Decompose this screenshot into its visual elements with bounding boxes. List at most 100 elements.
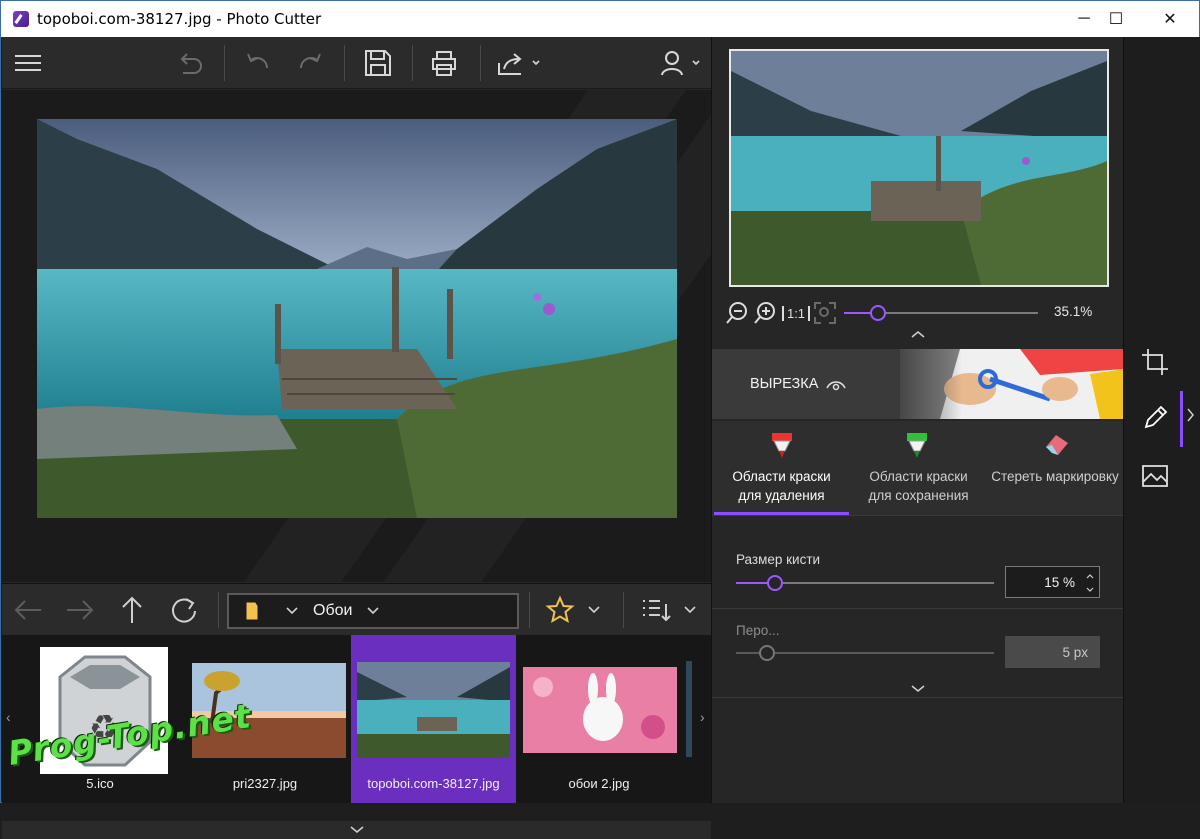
tab-label-line: Области краски (732, 469, 831, 484)
thumbnail-image (357, 662, 510, 758)
tab-label-line: для удаления (738, 488, 825, 503)
crop-icon (1142, 349, 1168, 375)
toolbar-divider (412, 45, 413, 81)
fit-screen-button[interactable] (812, 301, 838, 325)
account-button[interactable] (658, 45, 706, 81)
cutout-mode-button[interactable] (1138, 401, 1172, 435)
undo-button[interactable] (238, 45, 278, 81)
brush-size-section: Размер кисти 15 % (712, 515, 1124, 608)
stepper-icon[interactable] (1085, 571, 1095, 595)
tab-erase-marking[interactable]: Стереть маркировку (986, 421, 1124, 515)
favorites-button[interactable] (540, 592, 580, 628)
expand-sidebar-button[interactable] (1186, 407, 1196, 428)
maximize-button[interactable]: ☐ (1093, 1, 1139, 37)
empty-section (712, 697, 1124, 803)
sort-list-icon (643, 600, 671, 622)
back-button[interactable] (8, 592, 48, 628)
print-icon (432, 51, 456, 76)
expand-panel-bar[interactable] (2, 821, 711, 839)
save-button[interactable] (358, 45, 398, 81)
zoom-out-button[interactable] (724, 301, 750, 325)
app-window: topoboi.com-38127.jpg - Photo Cutter ─ ☐… (0, 0, 1200, 839)
eraser-icon (1046, 435, 1068, 455)
zoom-controls: 1:1 35.1% (712, 293, 1124, 338)
menu-button[interactable] (8, 45, 48, 81)
arrow-left-icon (14, 600, 41, 620)
redo-button[interactable] (290, 45, 330, 81)
zoom-in-button[interactable] (752, 301, 778, 325)
brush-slider-handle[interactable] (767, 575, 783, 591)
feather-input: 5 px (1005, 636, 1100, 668)
image-canvas[interactable] (2, 90, 711, 582)
lake-pier-image (37, 119, 677, 518)
feather-label: Перо... (736, 623, 780, 638)
brush-size-value: 15 % (1044, 574, 1075, 590)
eye-icon[interactable] (826, 379, 846, 391)
actual-size-button[interactable]: 1:1 (781, 301, 811, 325)
print-button[interactable] (424, 45, 464, 81)
background-mode-button[interactable] (1138, 459, 1172, 493)
share-button[interactable] (494, 45, 546, 81)
zoom-value: 35.1% (1054, 304, 1093, 319)
collapse-preview-button[interactable] (910, 326, 926, 344)
favorites-dropdown[interactable] (582, 592, 606, 628)
section-title: ВЫРЕЗКА (750, 376, 819, 392)
user-icon (661, 51, 700, 76)
crop-mode-button[interactable] (1138, 345, 1172, 379)
chevron-down-icon[interactable] (366, 606, 380, 616)
forward-button[interactable] (60, 592, 100, 628)
tab-paint-keep[interactable]: Области краски для сохранения (851, 421, 986, 515)
arrow-right-icon (67, 600, 94, 620)
scroll-right-icon[interactable]: › (700, 709, 705, 725)
folder-path-box[interactable]: Обои (227, 593, 519, 629)
partial-thumbnail (686, 661, 692, 757)
feather-slider-handle (759, 645, 775, 661)
reset-icon (180, 53, 202, 74)
active-mode-indicator (1180, 391, 1183, 447)
nav-divider (623, 592, 624, 628)
tab-paint-keep-label: Области краски для сохранения (851, 467, 986, 505)
chevron-right-icon (1187, 408, 1194, 422)
toolbar-divider (344, 45, 345, 81)
thumbnail-caption: обои 2.jpg (568, 776, 630, 791)
nav-divider (529, 592, 530, 628)
zoom-out-icon (726, 302, 747, 324)
refresh-button[interactable] (164, 592, 204, 628)
feather-section: Перо... 5 px (712, 608, 1124, 697)
close-button[interactable]: ✕ (1147, 1, 1193, 37)
sort-button[interactable] (636, 592, 676, 628)
brush-size-label: Размер кисти (736, 552, 821, 567)
reset-button[interactable] (170, 45, 210, 81)
zoom-slider-handle[interactable] (870, 305, 886, 321)
cutout-section-header: ВЫРЕЗКА (712, 349, 1124, 419)
chevron-down-icon (349, 826, 364, 834)
folder-navigation-bar: Обои (2, 583, 711, 635)
image-icon (1142, 465, 1168, 487)
editor-panel: Обои ‹ ♻ 5.ico pri2327.jpg topoboi.com-3… (2, 37, 711, 839)
chevron-down-icon (588, 606, 600, 614)
thumbnail-item-selected[interactable]: topoboi.com-38127.jpg (351, 635, 516, 803)
main-photo[interactable] (37, 119, 677, 518)
sort-dropdown[interactable] (678, 592, 702, 628)
red-marker-icon (772, 433, 792, 458)
refresh-icon (172, 598, 196, 623)
green-marker-icon (907, 433, 927, 458)
toolbar-divider (224, 45, 225, 81)
tab-paint-remove[interactable]: Области краски для удаления (714, 421, 849, 515)
main-toolbar (2, 37, 711, 89)
thumbnail-item[interactable]: обои 2.jpg (516, 635, 682, 803)
feather-value: 5 px (1062, 644, 1088, 660)
bunny-flowers-image (523, 667, 677, 753)
preview-image (731, 51, 1107, 285)
navigator-preview[interactable] (729, 49, 1109, 287)
thumbnail-image (523, 667, 677, 753)
zoom-in-icon (754, 302, 775, 324)
up-folder-button[interactable] (112, 592, 152, 628)
save-icon (365, 50, 391, 76)
scroll-left-icon[interactable]: ‹ (6, 709, 11, 725)
tab-paint-remove-label: Области краски для удаления (714, 467, 849, 505)
chevron-down-icon (684, 606, 696, 614)
mode-sidebar (1123, 37, 1200, 803)
chevron-down-icon[interactable] (285, 606, 299, 616)
brush-size-input[interactable]: 15 % (1005, 566, 1100, 598)
